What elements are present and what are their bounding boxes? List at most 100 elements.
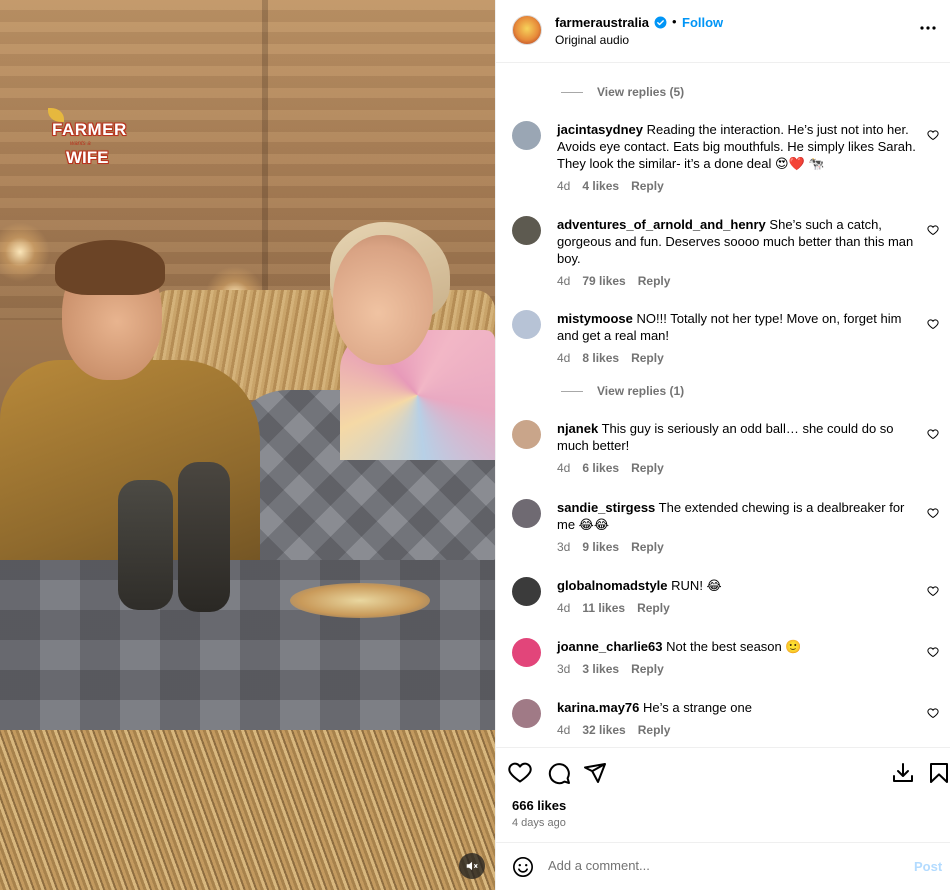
comments-list[interactable]: View replies (5) jacintasydney Reading t…	[496, 64, 950, 747]
commenter-avatar[interactable]	[512, 310, 541, 339]
reply-button[interactable]: Reply	[638, 723, 671, 737]
man-hair	[55, 240, 165, 295]
download-icon[interactable]	[891, 761, 915, 785]
comment-body: adventures_of_arnold_and_henry She’s suc…	[557, 216, 917, 267]
commenter-avatar[interactable]	[512, 420, 541, 449]
post-actions: 666 likes 4 days ago	[496, 747, 950, 842]
comment-likes[interactable]: 6 likes	[582, 461, 619, 475]
reply-button[interactable]: Reply	[631, 540, 664, 554]
commenter-avatar[interactable]	[512, 499, 541, 528]
comment-text: He’s a strange one	[643, 700, 752, 715]
reply-button[interactable]: Reply	[631, 179, 664, 193]
video-frame[interactable]: FARMER wants a WIFE	[0, 0, 495, 890]
commenter-avatar[interactable]	[512, 638, 541, 667]
comment-meta: 4d 32 likes Reply	[557, 723, 670, 737]
comment-age: 4d	[557, 723, 571, 737]
bookmark-icon[interactable]	[927, 761, 950, 785]
comment-age: 4d	[557, 461, 571, 475]
commenter-username[interactable]: sandie_stirgess	[557, 500, 655, 515]
logo-word-wife: WIFE	[66, 148, 109, 167]
commenter-avatar[interactable]	[512, 699, 541, 728]
comment-likes[interactable]: 4 likes	[582, 179, 619, 193]
comment-meta: 4d 8 likes Reply	[557, 351, 664, 365]
commenter-username[interactable]: joanne_charlie63	[557, 639, 663, 654]
comment-body: joanne_charlie63 Not the best season 🙂	[557, 638, 917, 655]
comment-text: Not the best season 🙂	[666, 639, 802, 654]
comment-text: This guy is seriously an odd ball… she c…	[557, 421, 894, 453]
likes-count[interactable]: 666 likes	[512, 798, 566, 813]
comment-likes[interactable]: 79 likes	[582, 274, 625, 288]
comment-body: jacintasydney Reading the interaction. H…	[557, 121, 917, 172]
logo-word-farmer: FARMER	[52, 120, 127, 139]
comment-heart-icon[interactable]	[927, 585, 939, 597]
more-options-button[interactable]	[920, 20, 936, 31]
post-comment-button[interactable]: Post	[914, 859, 942, 874]
replies-line	[561, 91, 583, 93]
audio-label[interactable]: Original audio	[555, 33, 629, 47]
commenter-avatar[interactable]	[512, 216, 541, 245]
comment-age: 3d	[557, 662, 571, 676]
reply-button[interactable]: Reply	[631, 351, 664, 365]
commenter-username[interactable]: njanek	[557, 421, 598, 436]
comment-input[interactable]	[548, 858, 888, 873]
comment-likes[interactable]: 32 likes	[582, 723, 625, 737]
mute-button[interactable]	[459, 853, 485, 879]
hay-foreground	[0, 730, 495, 890]
comment-age: 4d	[557, 601, 571, 615]
send-icon[interactable]	[583, 761, 607, 785]
comment-body: mistymoose NO!!! Totally not her type! M…	[557, 310, 917, 344]
replies-line	[561, 390, 583, 392]
comment-text: RUN! 😂	[671, 578, 722, 593]
commenter-username[interactable]: jacintasydney	[557, 122, 643, 137]
commenter-username[interactable]: globalnomadstyle	[557, 578, 668, 593]
comment-heart-icon[interactable]	[927, 507, 939, 519]
commenter-username[interactable]: adventures_of_arnold_and_henry	[557, 217, 766, 232]
comment-heart-icon[interactable]	[927, 428, 939, 440]
follow-button[interactable]: Follow	[682, 15, 723, 30]
post-timestamp[interactable]: 4 days ago	[512, 817, 566, 829]
comment-heart-icon[interactable]	[927, 707, 939, 719]
view-replies-label: View replies (1)	[597, 384, 685, 398]
emoji-icon[interactable]	[512, 856, 534, 878]
food-plate	[290, 583, 430, 618]
comment-meta: 4d 11 likes Reply	[557, 601, 670, 615]
reply-button[interactable]: Reply	[631, 461, 664, 475]
heart-icon[interactable]	[508, 761, 532, 785]
boot-left	[118, 480, 173, 610]
reply-button[interactable]: Reply	[631, 662, 664, 676]
comment-heart-icon[interactable]	[927, 646, 939, 658]
account-avatar[interactable]	[512, 15, 542, 45]
comment-heart-icon[interactable]	[927, 318, 939, 330]
commenter-avatar[interactable]	[512, 121, 541, 150]
comments-panel: farmeraustralia • Follow Original audio …	[495, 0, 950, 890]
view-replies-toggle[interactable]: View replies (5)	[561, 85, 684, 99]
boot-right	[178, 462, 230, 612]
reply-button[interactable]: Reply	[637, 601, 670, 615]
comment-body: njanek This guy is seriously an odd ball…	[557, 420, 917, 454]
view-replies-label: View replies (5)	[597, 85, 685, 99]
comment-meta: 4d 6 likes Reply	[557, 461, 664, 475]
post-viewer: FARMER wants a WIFE farmeraustralia • Fo…	[0, 0, 950, 890]
comment-likes[interactable]: 3 likes	[582, 662, 619, 676]
reply-button[interactable]: Reply	[638, 274, 671, 288]
logo-word-wants: wants a	[70, 141, 91, 147]
account-username[interactable]: farmeraustralia	[555, 15, 649, 30]
comment-likes[interactable]: 9 likes	[582, 540, 619, 554]
header-separator: •	[672, 14, 677, 29]
comment-composer: Post	[496, 842, 950, 890]
comment-icon[interactable]	[547, 761, 571, 785]
comment-meta: 3d 9 likes Reply	[557, 540, 664, 554]
comment-meta: 4d 79 likes Reply	[557, 274, 670, 288]
commenter-username[interactable]: karina.may76	[557, 700, 639, 715]
commenter-avatar[interactable]	[512, 577, 541, 606]
comment-heart-icon[interactable]	[927, 224, 939, 236]
woman-face	[333, 235, 433, 365]
comment-likes[interactable]: 11 likes	[582, 601, 625, 615]
comment-body: karina.may76 He’s a strange one	[557, 699, 917, 716]
comment-heart-icon[interactable]	[927, 129, 939, 141]
view-replies-toggle[interactable]: View replies (1)	[561, 384, 684, 398]
comment-body: globalnomadstyle RUN! 😂	[557, 577, 917, 594]
commenter-username[interactable]: mistymoose	[557, 311, 633, 326]
speaker-muted-icon	[466, 861, 478, 871]
comment-likes[interactable]: 8 likes	[582, 351, 619, 365]
